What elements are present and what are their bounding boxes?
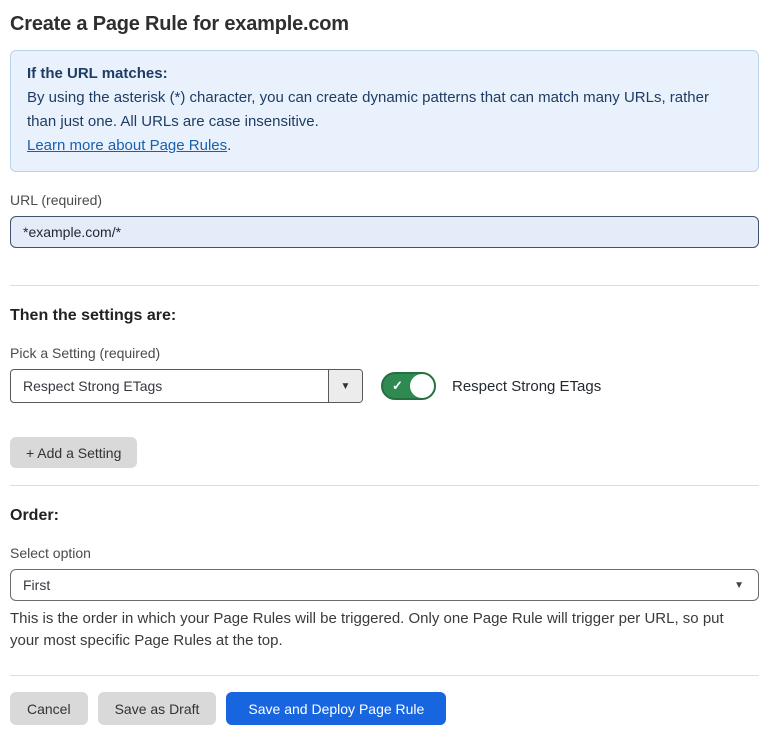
info-box-body: By using the asterisk (*) character, you… bbox=[27, 86, 742, 134]
page-title: Create a Page Rule for example.com bbox=[10, 13, 759, 36]
learn-more-link[interactable]: Learn more about Page Rules bbox=[27, 137, 227, 154]
cancel-button[interactable]: Cancel bbox=[10, 692, 88, 725]
toggle-label: Respect Strong ETags bbox=[452, 378, 601, 395]
save-and-deploy-button[interactable]: Save and Deploy Page Rule bbox=[226, 692, 446, 725]
page-rule-form: Create a Page Rule for example.com If th… bbox=[0, 13, 769, 725]
check-icon: ✓ bbox=[392, 379, 403, 392]
add-setting-button[interactable]: + Add a Setting bbox=[10, 437, 137, 468]
order-select-value: First bbox=[11, 577, 50, 593]
url-input[interactable] bbox=[10, 216, 759, 248]
pick-setting-label: Pick a Setting (required) bbox=[10, 345, 759, 361]
info-box-link-line: Learn more about Page Rules. bbox=[27, 134, 742, 158]
order-section-heading: Order: bbox=[10, 507, 759, 525]
save-as-draft-button[interactable]: Save as Draft bbox=[98, 692, 217, 725]
order-select-label: Select option bbox=[10, 545, 759, 561]
link-suffix: . bbox=[227, 137, 231, 154]
setting-select-arrow-button[interactable]: ▼ bbox=[328, 370, 362, 402]
url-field-label: URL (required) bbox=[10, 192, 759, 208]
setting-row: Respect Strong ETags ▼ ✓ Respect Strong … bbox=[10, 369, 759, 403]
url-match-info-box: If the URL matches: By using the asteris… bbox=[10, 50, 759, 172]
order-select[interactable]: First ▼ bbox=[10, 569, 759, 601]
caret-down-icon: ▼ bbox=[734, 580, 744, 591]
order-help-text: This is the order in which your Page Rul… bbox=[10, 608, 755, 652]
toggle-knob bbox=[410, 374, 434, 398]
toggle-wrap: ✓ Respect Strong ETags bbox=[381, 372, 601, 400]
setting-select[interactable]: Respect Strong ETags ▼ bbox=[10, 369, 363, 403]
setting-select-value: Respect Strong ETags bbox=[11, 378, 162, 394]
info-box-heading: If the URL matches: bbox=[27, 62, 742, 86]
caret-down-icon: ▼ bbox=[341, 381, 351, 392]
section-divider bbox=[10, 485, 759, 486]
section-divider bbox=[10, 285, 759, 286]
settings-section-heading: Then the settings are: bbox=[10, 307, 759, 325]
respect-strong-etags-toggle[interactable]: ✓ bbox=[381, 372, 436, 400]
